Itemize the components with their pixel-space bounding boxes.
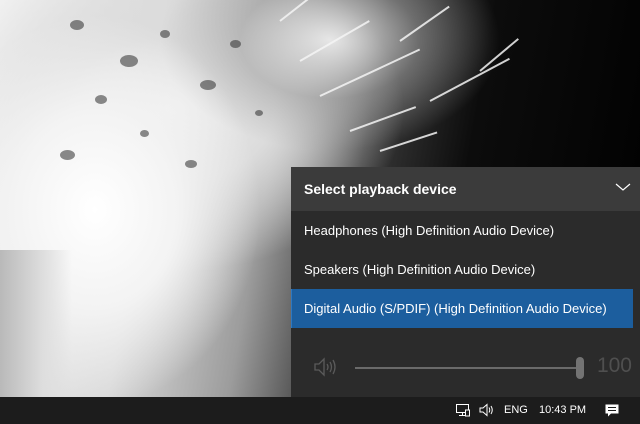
speaker-volume-icon[interactable] xyxy=(312,356,338,378)
network-icon[interactable] xyxy=(455,402,471,418)
device-item-digital-audio[interactable]: Digital Audio (S/PDIF) (High Definition … xyxy=(291,289,633,328)
device-item-speakers[interactable]: Speakers (High Definition Audio Device) xyxy=(291,250,640,289)
volume-value: 100 xyxy=(596,354,632,377)
taskbar: ENG 10:43 PM xyxy=(0,397,640,424)
volume-slider-thumb[interactable] xyxy=(576,357,584,379)
playback-device-header[interactable]: Select playback device xyxy=(291,167,640,211)
playback-device-flyout: Select playback device Headphones (High … xyxy=(291,167,640,397)
volume-icon[interactable] xyxy=(478,402,495,418)
volume-row: 100 xyxy=(291,352,640,382)
device-label: Headphones (High Definition Audio Device… xyxy=(304,223,555,238)
volume-slider-fill xyxy=(355,367,580,369)
device-item-headphones[interactable]: Headphones (High Definition Audio Device… xyxy=(291,211,640,250)
volume-slider[interactable] xyxy=(355,357,584,379)
flyout-title: Select playback device xyxy=(304,181,457,197)
clock[interactable]: 10:43 PM xyxy=(539,404,586,416)
device-label: Speakers (High Definition Audio Device) xyxy=(304,262,536,277)
device-label: Digital Audio (S/PDIF) (High Definition … xyxy=(304,301,607,316)
language-indicator[interactable]: ENG xyxy=(504,404,528,416)
chevron-down-icon[interactable] xyxy=(614,180,632,194)
action-center-icon[interactable] xyxy=(604,402,620,418)
